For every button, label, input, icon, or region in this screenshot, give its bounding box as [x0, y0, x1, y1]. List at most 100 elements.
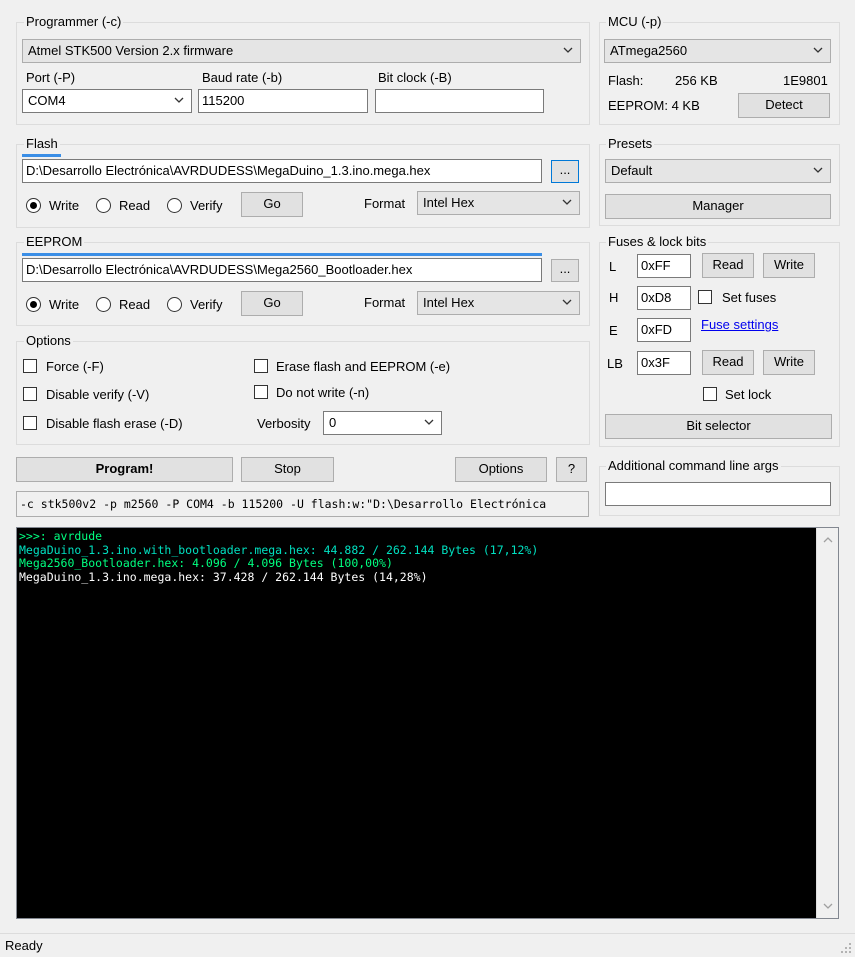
eeprom-write-label: Write — [49, 297, 80, 312]
console-scrollbar[interactable] — [816, 528, 838, 918]
fuse-h-label: H — [609, 290, 619, 305]
do-not-write-label: Do not write (-n) — [276, 385, 370, 400]
additional-args-label: Additional command line args — [606, 458, 781, 473]
fuses-group-label: Fuses & lock bits — [606, 234, 709, 249]
flash-verify-radio[interactable] — [167, 198, 182, 213]
detect-button[interactable]: Detect — [738, 93, 830, 118]
presets-manager-button[interactable]: Manager — [605, 194, 831, 219]
presets-select-value: Default — [611, 163, 653, 178]
chevron-down-icon — [424, 419, 434, 425]
verbosity-label: Verbosity — [257, 416, 311, 431]
eeprom-verify-label: Verify — [190, 297, 223, 312]
erase-flash-eeprom-label: Erase flash and EEPROM (-e) — [276, 359, 451, 374]
eeprom-format-value: Intel Hex — [423, 295, 475, 310]
resize-grip-icon[interactable] — [840, 942, 852, 954]
options-group-label: Options — [24, 333, 73, 348]
port-label: Port (-P) — [26, 70, 76, 85]
lock-read-button[interactable]: Read — [702, 350, 754, 375]
flash-browse-button[interactable]: ... — [551, 160, 579, 183]
erase-flash-eeprom-checkbox[interactable] — [254, 359, 268, 373]
flash-group-label: Flash — [24, 136, 60, 151]
eeprom-group-label: EEPROM — [24, 234, 85, 249]
disable-flash-erase-label: Disable flash erase (-D) — [46, 416, 183, 431]
baud-rate-input[interactable]: 115200 — [198, 89, 368, 113]
flash-read-radio[interactable] — [96, 198, 111, 213]
set-fuses-checkbox[interactable] — [698, 290, 712, 304]
chevron-down-icon — [813, 47, 823, 53]
flash-go-button[interactable]: Go — [241, 192, 303, 217]
disable-verify-checkbox[interactable] — [23, 387, 37, 401]
flash-verify-label: Verify — [190, 198, 223, 213]
mcu-select-value: ATmega2560 — [610, 43, 688, 58]
set-fuses-label: Set fuses — [722, 290, 777, 305]
eeprom-format-select[interactable]: Intel Hex — [417, 291, 580, 315]
flash-file-input[interactable]: D:\Desarrollo Electrónica\AVRDUDESS\Mega… — [22, 159, 542, 183]
eeprom-size: EEPROM: 4 KB — [608, 98, 700, 113]
disable-flash-erase-checkbox[interactable] — [23, 416, 37, 430]
chevron-up-icon[interactable] — [822, 534, 834, 546]
fuse-e-input[interactable]: 0xFD — [637, 318, 691, 342]
flash-write-label: Write — [49, 198, 80, 213]
disable-verify-label: Disable verify (-V) — [46, 387, 150, 402]
chevron-down-icon[interactable] — [822, 900, 834, 912]
stop-button[interactable]: Stop — [241, 457, 334, 482]
status-text: Ready — [5, 938, 43, 953]
verbosity-value: 0 — [329, 415, 337, 430]
bit-clock-input[interactable] — [375, 89, 544, 113]
mcu-select[interactable]: ATmega2560 — [604, 39, 831, 63]
command-line-preview[interactable]: -c stk500v2 -p m2560 -P COM4 -b 115200 -… — [16, 491, 589, 517]
eeprom-read-radio[interactable] — [96, 297, 111, 312]
set-lock-label: Set lock — [725, 387, 772, 402]
fuse-l-label: L — [609, 259, 617, 274]
status-bar: Ready — [0, 933, 855, 957]
console-line: MegaDuino_1.3.ino.mega.hex: 37.428 / 262… — [19, 569, 428, 584]
fuse-read-button[interactable]: Read — [702, 253, 754, 278]
eeprom-verify-radio[interactable] — [167, 297, 182, 312]
eeprom-go-button[interactable]: Go — [241, 291, 303, 316]
do-not-write-checkbox[interactable] — [254, 385, 268, 399]
help-button[interactable]: ? — [556, 457, 587, 482]
fuse-h-input[interactable]: 0xD8 — [637, 286, 691, 310]
flash-read-label: Read — [119, 198, 151, 213]
eeprom-progress-bar — [22, 253, 542, 256]
chevron-down-icon — [174, 97, 184, 103]
presets-select[interactable]: Default — [605, 159, 831, 183]
fuse-lb-input[interactable]: 0x3F — [637, 351, 691, 375]
flash-format-select[interactable]: Intel Hex — [417, 191, 580, 215]
fuse-lb-label: LB — [607, 356, 623, 371]
eeprom-read-label: Read — [119, 297, 151, 312]
eeprom-write-radio[interactable] — [26, 297, 41, 312]
additional-args-input[interactable] — [605, 482, 831, 506]
port-select-value: COM4 — [28, 93, 66, 108]
chevron-down-icon — [563, 47, 573, 53]
console-line: MegaDuino_1.3.ino.with_bootloader.mega.h… — [19, 542, 539, 557]
lock-write-button[interactable]: Write — [763, 350, 815, 375]
options-button[interactable]: Options — [455, 457, 547, 482]
programmer-select[interactable]: Atmel STK500 Version 2.x firmware — [22, 39, 581, 63]
chevron-down-icon — [813, 167, 823, 173]
mcu-group-label: MCU (-p) — [606, 14, 664, 29]
eeprom-browse-button[interactable]: ... — [551, 259, 579, 282]
port-select[interactable]: COM4 — [22, 89, 192, 113]
chevron-down-icon — [562, 199, 572, 205]
programmer-select-value: Atmel STK500 Version 2.x firmware — [28, 43, 234, 58]
verbosity-select[interactable]: 0 — [323, 411, 442, 435]
chevron-down-icon — [562, 299, 572, 305]
fuse-l-input[interactable]: 0xFF — [637, 254, 691, 278]
fuse-settings-link[interactable]: Fuse settings — [701, 317, 778, 332]
bit-selector-button[interactable]: Bit selector — [605, 414, 832, 439]
console-line: >>>: avrdude — [19, 529, 103, 543]
set-lock-checkbox[interactable] — [703, 387, 717, 401]
console-output[interactable]: >>>: avrdude MegaDuino_1.3.ino.with_bootl… — [16, 527, 839, 919]
fuse-e-label: E — [609, 323, 618, 338]
mcu-signature: 1E9801 — [783, 73, 828, 88]
eeprom-file-input[interactable]: D:\Desarrollo Electrónica\AVRDUDESS\Mega… — [22, 258, 542, 282]
console-line: Mega2560_Bootloader.hex: 4.096 / 4.096 B… — [19, 556, 393, 570]
flash-size-label: Flash: — [608, 73, 644, 88]
flash-progress-bar — [22, 154, 61, 157]
force-checkbox[interactable] — [23, 359, 37, 373]
presets-group-label: Presets — [606, 136, 655, 151]
flash-write-radio[interactable] — [26, 198, 41, 213]
fuse-write-button[interactable]: Write — [763, 253, 815, 278]
program-button[interactable]: Program! — [16, 457, 233, 482]
